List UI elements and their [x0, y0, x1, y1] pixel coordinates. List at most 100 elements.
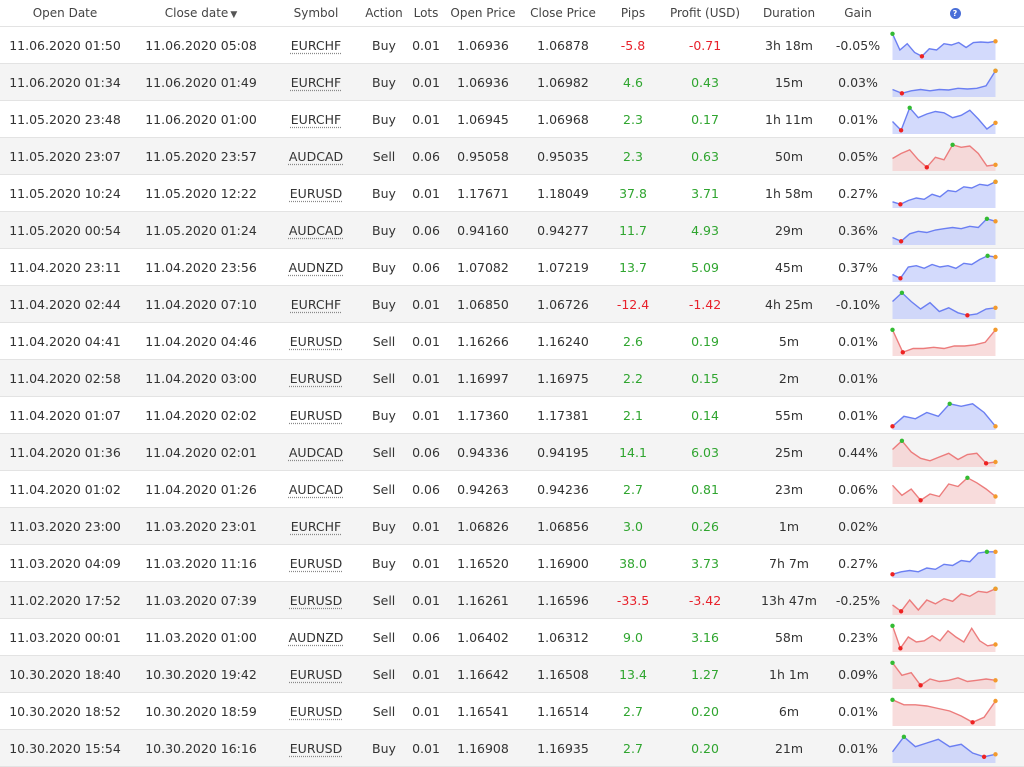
symbol-link[interactable]: AUDNZD: [289, 260, 344, 275]
col-duration[interactable]: Duration: [748, 0, 830, 27]
symbol-link[interactable]: EURUSD: [290, 556, 342, 571]
symbol-link-cell: EURCHF: [272, 26, 360, 64]
sparkline-high-marker: [890, 623, 895, 628]
open-date-cell: 11.05.2020 23:48: [0, 100, 130, 138]
duration-cell: 3h 18m: [748, 26, 830, 64]
duration: 15m: [774, 74, 804, 90]
table-row[interactable]: 11.03.2020 04:09 11.03.2020 11:16 EURUSD Bu…: [0, 544, 1024, 582]
lots: 0.06: [412, 222, 440, 238]
col-action[interactable]: Action: [360, 0, 408, 27]
action: Buy: [372, 37, 396, 53]
col-pips[interactable]: Pips: [604, 0, 662, 27]
action-cell: Buy: [360, 174, 408, 212]
symbol-link[interactable]: AUDCAD: [289, 223, 343, 238]
open-price-cell: 0.94263: [444, 470, 522, 508]
open-date-cell: 11.03.2020 00:01: [0, 618, 130, 656]
symbol-link[interactable]: EURCHF: [291, 38, 341, 53]
table-row[interactable]: 11.05.2020 23:07 11.05.2020 23:57 AUDCAD Se…: [0, 137, 1024, 175]
help-icon[interactable]: ?: [949, 8, 961, 19]
close-date-cell: 11.04.2020 23:56: [130, 248, 272, 286]
table-row[interactable]: 11.04.2020 02:44 11.04.2020 07:10 EURCHF Bu…: [0, 285, 1024, 323]
table-row[interactable]: 10.30.2020 18:40 10.30.2020 19:42 EURUSD Se…: [0, 655, 1024, 693]
symbol-link-cell: EURUSD: [272, 729, 360, 767]
open-price-cell: 1.06850: [444, 285, 522, 323]
close-price-cell: 1.06982: [522, 63, 604, 101]
close-price: 1.06982: [537, 74, 589, 90]
duration-cell: 50m: [748, 137, 830, 175]
sparkline-end-marker: [993, 327, 998, 332]
col-close-price[interactable]: Close Price: [522, 0, 604, 27]
col-open-price[interactable]: Open Price: [444, 0, 522, 27]
close-date: 11.06.2020 01:00: [145, 111, 257, 127]
symbol-link[interactable]: AUDCAD: [289, 445, 343, 460]
action: Sell: [372, 592, 396, 608]
action: Buy: [372, 407, 396, 423]
symbol-link[interactable]: EURUSD: [290, 408, 342, 423]
action: Sell: [372, 703, 396, 719]
col-open-date[interactable]: Open Date: [0, 0, 130, 27]
symbol-link[interactable]: EURUSD: [290, 593, 342, 608]
sparkline-low-marker: [981, 754, 987, 759]
close-date-cell: 10.30.2020 19:42: [130, 655, 272, 693]
sparkline-end-marker: [993, 179, 998, 184]
symbol-link-cell: EURUSD: [272, 359, 360, 397]
table-row[interactable]: 11.04.2020 01:07 11.04.2020 02:02 EURUSD Bu…: [0, 396, 1024, 434]
symbol-link[interactable]: AUDCAD: [289, 149, 343, 164]
table-row[interactable]: 11.04.2020 01:36 11.04.2020 02:01 AUDCAD Se…: [0, 433, 1024, 471]
symbol-link[interactable]: EURUSD: [290, 741, 342, 756]
table-row[interactable]: 11.04.2020 04:41 11.04.2020 04:46 EURUSD Se…: [0, 322, 1024, 360]
table-row[interactable]: 11.04.2020 23:11 11.04.2020 23:56 AUDNZD Bu…: [0, 248, 1024, 286]
symbol-link-cell: AUDCAD: [272, 137, 360, 175]
price-sparkline: [890, 327, 998, 356]
profit: 0.81: [691, 481, 719, 497]
close-price: 0.94236: [537, 481, 589, 497]
table-row[interactable]: 11.04.2020 02:58 11.04.2020 03:00 EURUSD Se…: [0, 359, 1024, 397]
symbol-link[interactable]: AUDNZD: [289, 630, 344, 645]
table-row[interactable]: 11.03.2020 00:01 11.03.2020 01:00 AUDNZD Se…: [0, 618, 1024, 656]
symbol-link[interactable]: EURUSD: [290, 667, 342, 682]
col-symbol[interactable]: Symbol: [272, 0, 360, 27]
action-cell: Buy: [360, 507, 408, 545]
sparkline-end-marker: [993, 752, 998, 757]
close-price-cell: 1.16596: [522, 581, 604, 619]
table-row[interactable]: 10.30.2020 15:54 10.30.2020 16:16 EURUSD Bu…: [0, 729, 1024, 767]
col-lots[interactable]: Lots: [408, 0, 444, 27]
gain: 0.01%: [838, 333, 878, 349]
sparkline-end-marker: [993, 39, 998, 44]
action: Sell: [372, 666, 396, 682]
action-cell: Sell: [360, 692, 408, 730]
symbol-link[interactable]: EURUSD: [290, 371, 342, 386]
col-close-date[interactable]: Close date ▼: [130, 0, 272, 27]
profit-cell: 0.20: [662, 729, 748, 767]
duration-cell: 2m: [748, 359, 830, 397]
symbol-link[interactable]: EURCHF: [291, 112, 341, 127]
lots: 0.01: [412, 37, 440, 53]
symbol-link[interactable]: EURCHF: [291, 519, 341, 534]
close-date: 11.06.2020 01:49: [145, 74, 257, 90]
close-price-cell: 1.06312: [522, 618, 604, 656]
open-date-cell: 11.04.2020 23:11: [0, 248, 130, 286]
table-row[interactable]: 11.05.2020 10:24 11.05.2020 12:22 EURUSD Bu…: [0, 174, 1024, 212]
table-row[interactable]: 11.04.2020 01:02 11.04.2020 01:26 AUDCAD Se…: [0, 470, 1024, 508]
table-row[interactable]: 11.02.2020 17:52 11.03.2020 07:39 EURUSD Se…: [0, 581, 1024, 619]
col-profit[interactable]: Profit (USD): [662, 0, 748, 27]
symbol-link[interactable]: AUDCAD: [289, 482, 343, 497]
table-row[interactable]: 11.05.2020 23:48 11.06.2020 01:00 EURCHF Bu…: [0, 100, 1024, 138]
table-row[interactable]: 11.06.2020 01:34 11.06.2020 01:49 EURCHF Bu…: [0, 63, 1024, 101]
open-price-cell: 1.16266: [444, 322, 522, 360]
symbol-link[interactable]: EURUSD: [290, 704, 342, 719]
gain: 0.27%: [838, 555, 878, 571]
gain-cell: -0.10%: [830, 285, 886, 323]
symbol-link[interactable]: EURUSD: [290, 334, 342, 349]
symbol-link[interactable]: EURCHF: [291, 75, 341, 90]
table-row[interactable]: 11.03.2020 23:00 11.03.2020 23:01 EURCHF Bu…: [0, 507, 1024, 545]
open-price-cell: 1.17360: [444, 396, 522, 434]
table-row[interactable]: 11.05.2020 00:54 11.05.2020 01:24 AUDCAD Bu…: [0, 211, 1024, 249]
symbol-link[interactable]: EURCHF: [291, 297, 341, 312]
profit: 0.17: [691, 111, 719, 127]
open-date-cell: 11.02.2020 17:52: [0, 581, 130, 619]
symbol-link[interactable]: EURUSD: [290, 186, 342, 201]
col-gain[interactable]: Gain: [830, 0, 886, 27]
table-row[interactable]: 10.30.2020 18:52 10.30.2020 18:59 EURUSD Se…: [0, 692, 1024, 730]
table-row[interactable]: 11.06.2020 01:50 11.06.2020 05:08 EURCHF Bu…: [0, 26, 1024, 64]
